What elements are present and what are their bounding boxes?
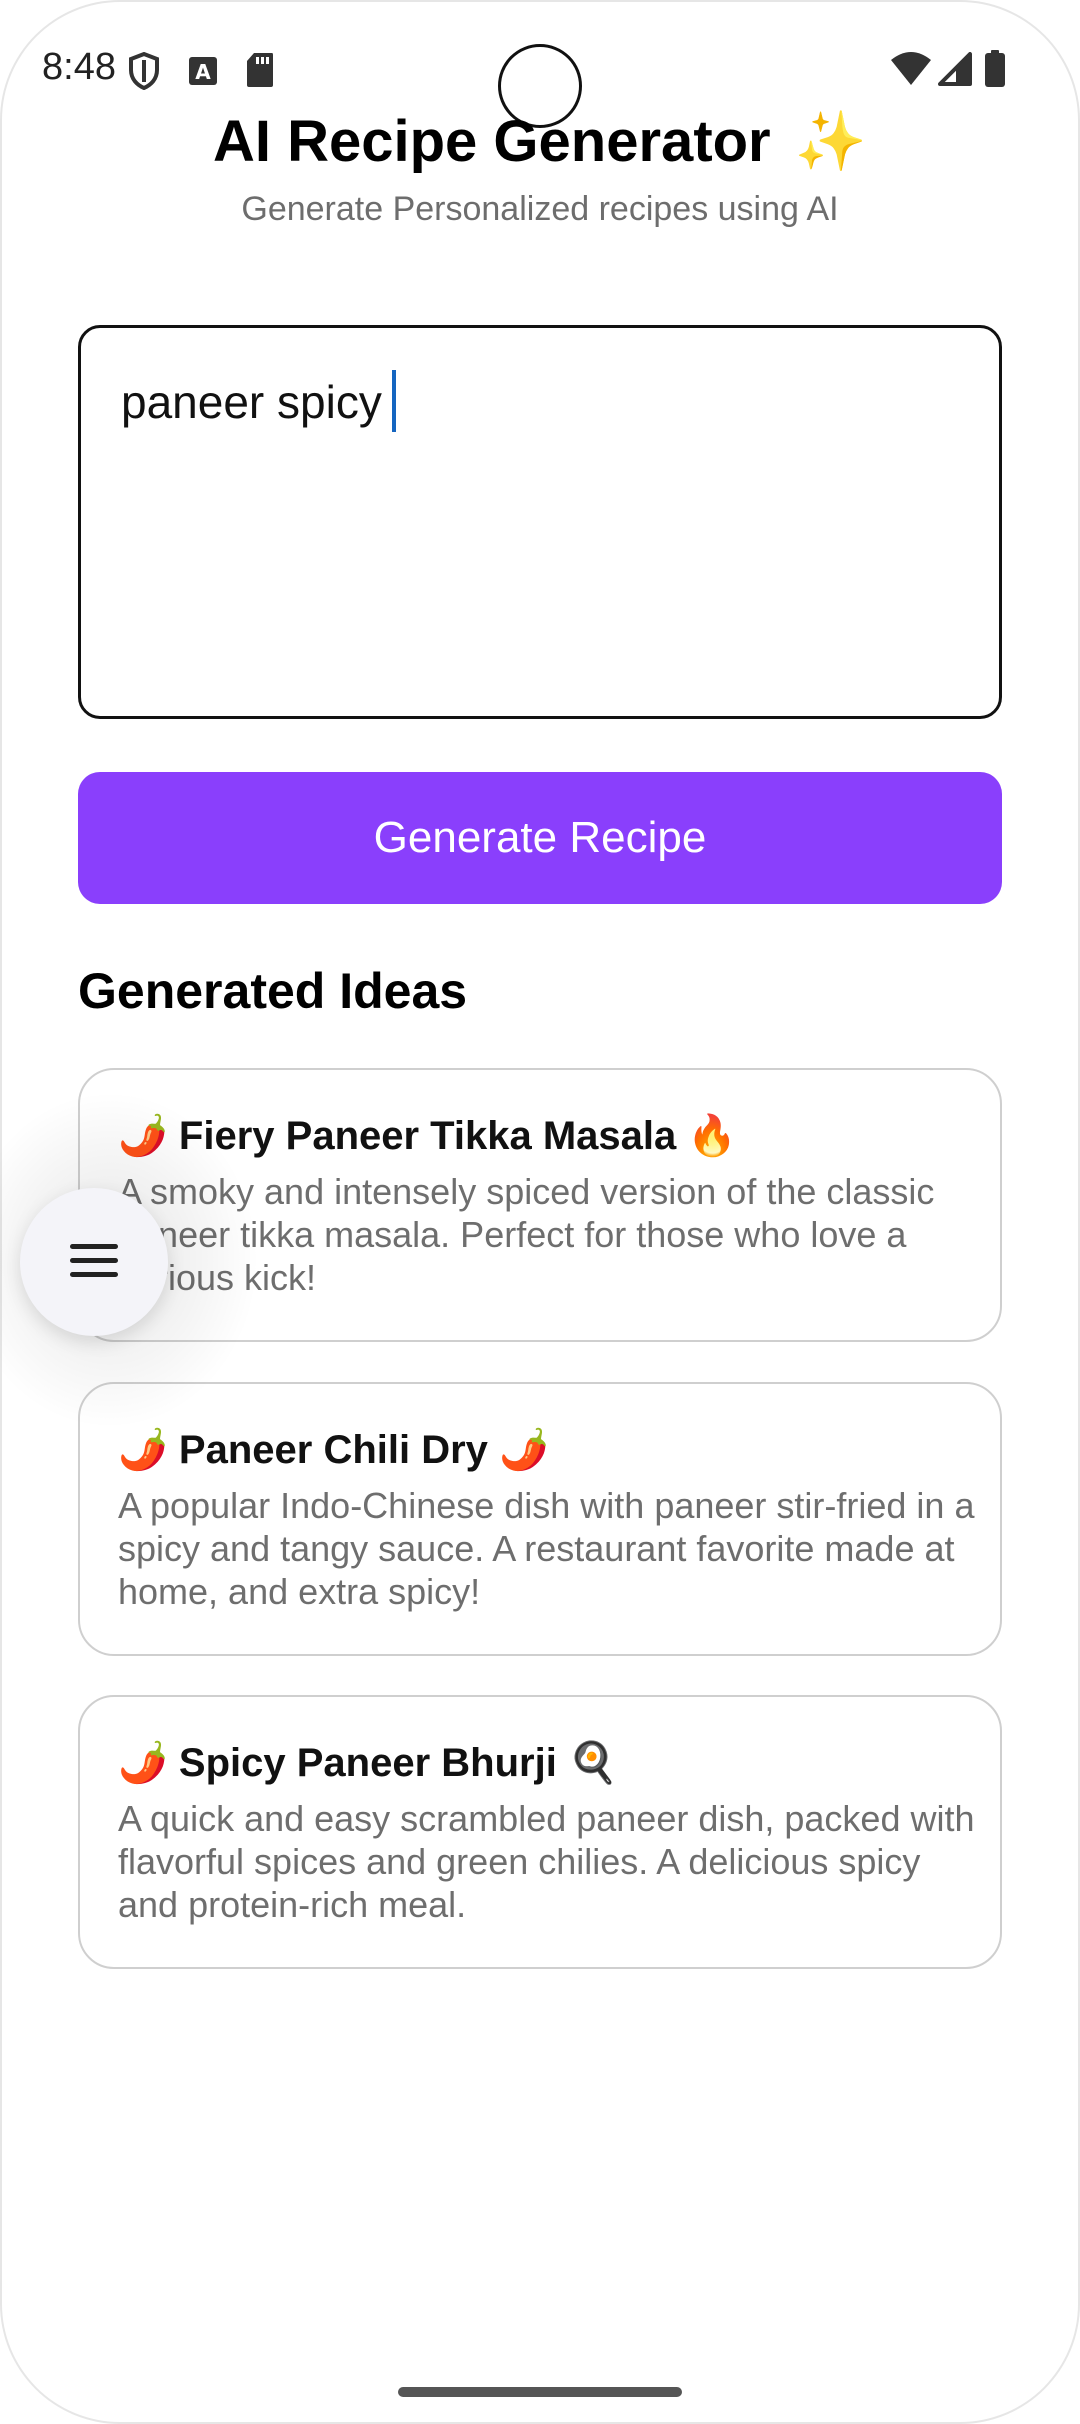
text-caret bbox=[391, 370, 396, 432]
status-time: 8:48 bbox=[42, 46, 116, 88]
app-subtitle: Generate Personalized recipes using AI bbox=[241, 190, 839, 228]
app-title: AI Recipe Generator ✨ bbox=[0, 108, 1080, 176]
recipe-card[interactable]: 🌶️ Spicy Paneer Bhurji 🍳 A quick and eas… bbox=[78, 1695, 1002, 1969]
sd-card-icon bbox=[246, 52, 274, 93]
recipe-card[interactable]: 🌶️ Paneer Chili Dry 🌶️ A popular Indo-Ch… bbox=[78, 1382, 1002, 1656]
signal-icon bbox=[936, 52, 972, 91]
app-screen: 8:48 A AI Recipe Generator ✨ Generate Pe… bbox=[0, 0, 1080, 2424]
recipe-description: A quick and easy scrambled paneer dish, … bbox=[118, 1798, 975, 1925]
sparkles-icon: ✨ bbox=[794, 109, 867, 174]
svg-text:A: A bbox=[195, 60, 211, 84]
prompt-text-line: paneer spicy bbox=[121, 370, 396, 432]
prompt-value: paneer spicy bbox=[121, 376, 382, 428]
app-title-text: AI Recipe Generator bbox=[213, 109, 771, 174]
generate-recipe-button[interactable]: Generate Recipe bbox=[78, 772, 1002, 904]
recipe-description: A popular Indo-Chinese dish with paneer … bbox=[118, 1485, 975, 1612]
text-recognition-icon: A bbox=[188, 56, 218, 91]
recipe-title: 🌶️ Spicy Paneer Bhurji 🍳 bbox=[118, 1741, 618, 1785]
home-indicator[interactable] bbox=[398, 2387, 682, 2397]
recipe-title: 🌶️ Paneer Chili Dry 🌶️ bbox=[118, 1428, 549, 1472]
shield-icon bbox=[128, 51, 160, 95]
wifi-icon bbox=[890, 52, 932, 91]
generated-ideas-heading: Generated Ideas bbox=[78, 963, 468, 1019]
menu-button[interactable] bbox=[20, 1188, 168, 1336]
recipe-prompt-input[interactable]: paneer spicy bbox=[78, 325, 1002, 719]
battery-icon bbox=[984, 50, 1006, 93]
